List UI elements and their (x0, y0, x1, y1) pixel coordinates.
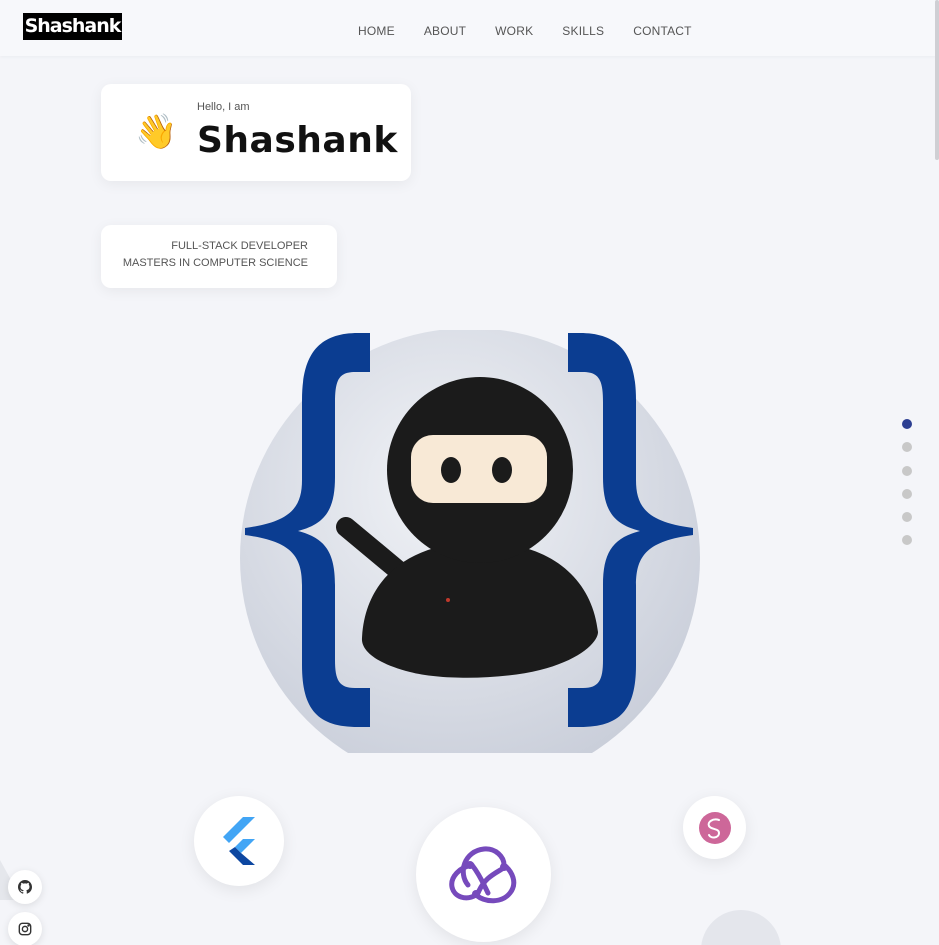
section-dot-6[interactable] (902, 535, 912, 546)
skill-bubble-flutter (194, 796, 284, 886)
top-header: Shashank HOME ABOUT WORK SKILLS CONTACT (0, 0, 939, 56)
github-link[interactable] (8, 870, 42, 904)
nav-contact[interactable]: CONTACT (633, 24, 692, 38)
nav-work[interactable]: WORK (495, 24, 533, 38)
role-degree: MASTERS IN COMPUTER SCIENCE (122, 257, 308, 269)
ninja-mask (411, 435, 547, 503)
section-dots-nav (902, 419, 912, 559)
section-dot-5[interactable] (902, 512, 912, 523)
cursor-dot (446, 598, 450, 602)
instagram-icon (18, 922, 32, 936)
greeting-text: Hello, I am (197, 101, 250, 113)
role-title: FULL-STACK DEVELOPER (171, 240, 308, 252)
ninja-avatar-image (240, 330, 700, 753)
main-nav: HOME ABOUT WORK SKILLS CONTACT (358, 24, 721, 38)
github-icon (18, 880, 32, 894)
name-heading: Shashank (197, 120, 398, 161)
ninja-left-eye (441, 457, 461, 483)
section-dot-4[interactable] (902, 488, 912, 499)
page-scrollbar[interactable] (935, 0, 939, 160)
nav-skills[interactable]: SKILLS (562, 24, 604, 38)
waving-hand-icon: 👋 (135, 112, 178, 152)
section-dot-1[interactable] (902, 419, 912, 429)
hero-illustration (240, 330, 700, 753)
sass-icon (698, 811, 731, 844)
section-dot-3[interactable] (902, 465, 912, 476)
nav-about[interactable]: ABOUT (424, 24, 466, 38)
skill-bubble-redux (416, 807, 551, 942)
intro-card: 👋 Hello, I am Shashank (101, 84, 411, 181)
skill-bubble-sass (683, 796, 746, 859)
instagram-link[interactable] (8, 912, 42, 945)
ninja-right-eye (492, 457, 512, 483)
section-dot-2[interactable] (902, 442, 912, 453)
role-card: FULL-STACK DEVELOPER MASTERS IN COMPUTER… (101, 225, 337, 288)
site-logo[interactable]: Shashank (23, 13, 122, 40)
redux-icon (448, 845, 516, 903)
skill-bubble-partial (701, 910, 781, 945)
nav-home[interactable]: HOME (358, 24, 395, 38)
flutter-icon (223, 817, 255, 865)
